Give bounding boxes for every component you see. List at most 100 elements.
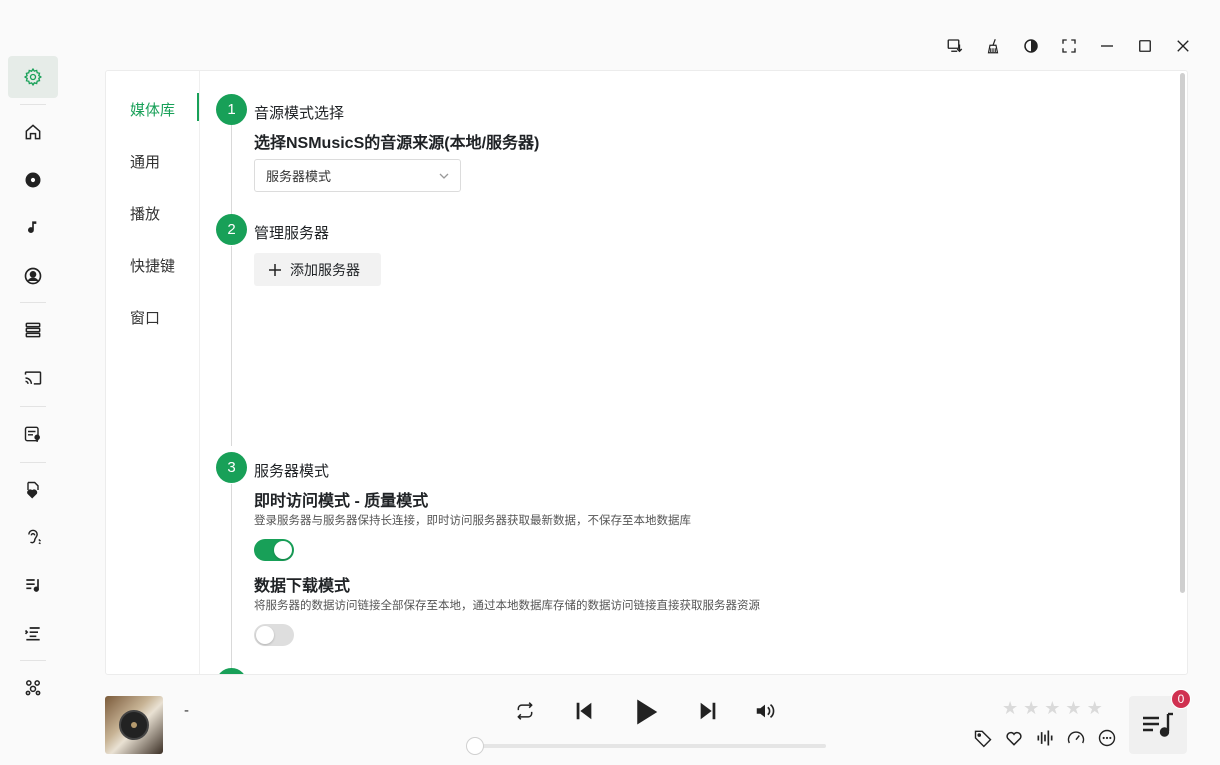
sidebar-item-listen[interactable]	[8, 516, 58, 558]
download-screen-icon	[947, 38, 962, 52]
previous-button[interactable]	[573, 700, 595, 722]
fullscreen-button[interactable]	[1059, 36, 1078, 55]
contrast-icon	[1023, 38, 1038, 53]
progress-thumb[interactable]	[466, 737, 484, 755]
next-button[interactable]	[697, 700, 719, 722]
sidebar-item-playlists[interactable]	[8, 564, 58, 606]
playlist-music-icon	[1143, 712, 1173, 737]
sidebar-item-settings[interactable]	[8, 56, 58, 98]
next-icon	[700, 702, 716, 720]
step-number: 2	[216, 214, 247, 245]
previous-icon	[576, 702, 592, 720]
lyrics-mic-icon	[24, 426, 40, 442]
heart-file-icon	[27, 481, 39, 499]
volume-button[interactable]	[754, 700, 776, 722]
sidebar	[0, 0, 66, 765]
progress-bar[interactable]	[466, 737, 826, 755]
sidebar-divider	[20, 406, 46, 407]
more-circle-icon	[1098, 729, 1116, 747]
download-button[interactable]	[945, 36, 964, 55]
tab-playback[interactable]: 播放	[130, 203, 160, 224]
step-connector	[231, 484, 232, 674]
setup-steps: 1 音源模式选择 选择NSMusicS的音源来源(本地/服务器) 服务器模式 2…	[216, 71, 1167, 674]
source-mode-subtitle: 选择NSMusicS的音源来源(本地/服务器)	[254, 135, 540, 152]
tab-shortcuts[interactable]: 快捷键	[130, 255, 175, 276]
sidebar-item-lyrics[interactable]	[8, 413, 58, 455]
step-title: 服务器模式	[254, 463, 330, 480]
close-button[interactable]	[1173, 36, 1192, 55]
sidebar-item-queue[interactable]	[8, 612, 58, 654]
play-button[interactable]	[631, 697, 661, 727]
tab-media-library[interactable]: 媒体库	[130, 99, 175, 120]
step-number-partial	[216, 668, 247, 674]
clean-button[interactable]	[983, 36, 1002, 55]
tab-general[interactable]: 通用	[130, 151, 160, 172]
add-server-label: 添加服务器	[290, 261, 360, 278]
option-title: 即时访问模式 - 质量模式	[254, 493, 429, 510]
rating-stars[interactable]: ★ ★ ★ ★ ★	[1002, 699, 1103, 719]
option-description: 登录服务器与服务器保持长连接，即时访问服务器获取最新数据，不保存至本地数据库	[254, 515, 691, 527]
speed-button[interactable]	[1066, 728, 1086, 748]
theme-toggle-button[interactable]	[1021, 36, 1040, 55]
speed-gauge-icon	[1067, 731, 1085, 744]
equalizer-button[interactable]	[1035, 728, 1055, 748]
sidebar-divider	[20, 302, 46, 303]
sidebar-item-albums[interactable]	[8, 159, 58, 201]
rating-star[interactable]: ★	[1065, 699, 1081, 719]
data-download-toggle[interactable]	[254, 624, 294, 646]
broom-icon	[987, 38, 998, 53]
player-extra-controls	[973, 728, 1117, 748]
sidebar-item-library[interactable]	[8, 309, 58, 351]
source-mode-value: 服务器模式	[266, 169, 332, 184]
list-indent-icon	[24, 627, 40, 641]
queue-count-badge: 0	[1171, 689, 1191, 709]
maximize-icon	[1138, 39, 1151, 52]
sidebar-item-home[interactable]	[8, 111, 58, 153]
repeat-button[interactable]	[514, 701, 536, 721]
favorite-button[interactable]	[1004, 728, 1024, 748]
plus-icon	[269, 263, 281, 276]
volume-icon	[756, 703, 775, 719]
toggle-knob	[256, 626, 274, 644]
settings-tabs: 媒体库 通用 播放 快捷键 窗口	[106, 71, 200, 674]
disc-icon	[25, 172, 41, 188]
more-button[interactable]	[1097, 728, 1117, 748]
sidebar-item-songs[interactable]	[8, 207, 58, 249]
step-connector	[231, 246, 232, 446]
rating-star[interactable]: ★	[1002, 699, 1018, 719]
add-server-button[interactable]: 添加服务器	[254, 253, 381, 286]
play-icon	[637, 699, 658, 725]
music-note-icon	[28, 221, 37, 233]
minimize-icon	[1100, 44, 1113, 47]
minimize-button[interactable]	[1097, 36, 1116, 55]
gear-icon	[23, 67, 43, 87]
home-icon	[25, 124, 41, 140]
sidebar-item-favorites[interactable]	[8, 469, 58, 511]
tab-window[interactable]: 窗口	[130, 307, 160, 328]
source-mode-select[interactable]: 服务器模式	[254, 159, 461, 192]
maximize-button[interactable]	[1135, 36, 1154, 55]
sidebar-divider	[20, 104, 46, 105]
step-title: 管理服务器	[254, 225, 330, 242]
step-number: 1	[216, 94, 247, 125]
heart-icon	[1006, 731, 1022, 746]
cast-icon	[24, 371, 42, 385]
sidebar-item-artists[interactable]	[8, 255, 58, 297]
tag-icon	[974, 730, 992, 748]
playlist-music-icon	[26, 579, 40, 592]
rating-star[interactable]: ★	[1087, 699, 1103, 719]
scrollbar[interactable]	[1180, 73, 1185, 593]
active-tab-indicator	[197, 93, 199, 121]
rating-star[interactable]: ★	[1023, 699, 1039, 719]
library-stack-icon	[25, 322, 41, 338]
step-number: 3	[216, 452, 247, 483]
sidebar-item-cast[interactable]	[8, 357, 58, 399]
instant-access-toggle[interactable]	[254, 539, 294, 561]
tag-button[interactable]	[973, 728, 993, 748]
repeat-icon	[517, 702, 533, 720]
person-circle-icon	[24, 267, 42, 285]
fullscreen-icon	[1061, 38, 1076, 53]
chevron-down-icon	[439, 173, 449, 179]
rating-star[interactable]: ★	[1044, 699, 1060, 719]
settings-panel: 媒体库 通用 播放 快捷键 窗口 1 音源模式选择 选择NSMusicS的音源来…	[105, 70, 1188, 675]
